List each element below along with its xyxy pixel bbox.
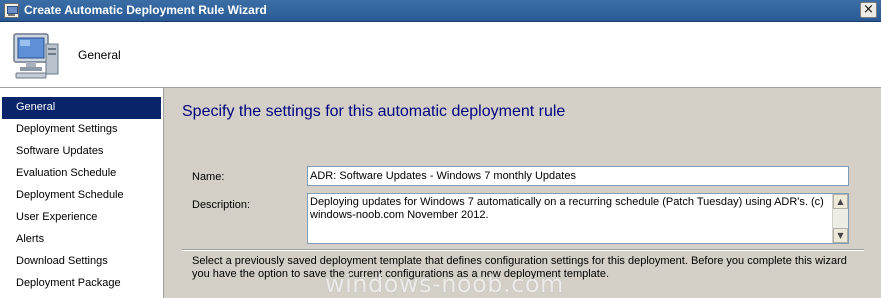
wizard-app-icon: [4, 3, 19, 18]
step-software-updates[interactable]: Software Updates: [2, 141, 161, 163]
wizard-header: General: [0, 22, 881, 88]
description-label: Description:: [192, 199, 251, 211]
name-input[interactable]: [307, 166, 849, 186]
step-alerts[interactable]: Alerts: [2, 229, 161, 251]
separator: [182, 249, 864, 251]
page-heading: Specify the settings for this automatic …: [182, 103, 566, 120]
step-user-experience[interactable]: User Experience: [2, 207, 161, 229]
step-deployment-schedule[interactable]: Deployment Schedule: [2, 185, 161, 207]
step-deployment-package[interactable]: Deployment Package: [2, 273, 161, 295]
header-title: General: [78, 48, 121, 62]
name-label: Name:: [192, 171, 225, 183]
computer-icon: [13, 33, 59, 79]
close-button[interactable]: ×: [860, 2, 877, 18]
step-evaluation-schedule[interactable]: Evaluation Schedule: [2, 163, 161, 185]
description-textarea[interactable]: Deploying updates for Windows 7 automati…: [307, 193, 849, 244]
step-download-settings[interactable]: Download Settings: [2, 251, 161, 273]
step-general[interactable]: General: [2, 97, 161, 119]
step-deployment-settings[interactable]: Deployment Settings: [2, 119, 161, 141]
wizard-steps-sidebar: General Deployment Settings Software Upd…: [0, 88, 164, 298]
title-bar: Create Automatic Deployment Rule Wizard …: [0, 0, 881, 22]
description-text: Deploying updates for Windows 7 automati…: [310, 196, 824, 221]
scroll-down-arrow-icon[interactable]: ▼: [833, 228, 848, 243]
wizard-content: Specify the settings for this automatic …: [165, 88, 881, 298]
scroll-up-arrow-icon[interactable]: ▲: [833, 194, 848, 209]
watermark: windows-noob.com: [325, 270, 564, 298]
description-scrollbar[interactable]: ▲ ▼: [832, 194, 848, 243]
window-title: Create Automatic Deployment Rule Wizard: [24, 3, 267, 17]
